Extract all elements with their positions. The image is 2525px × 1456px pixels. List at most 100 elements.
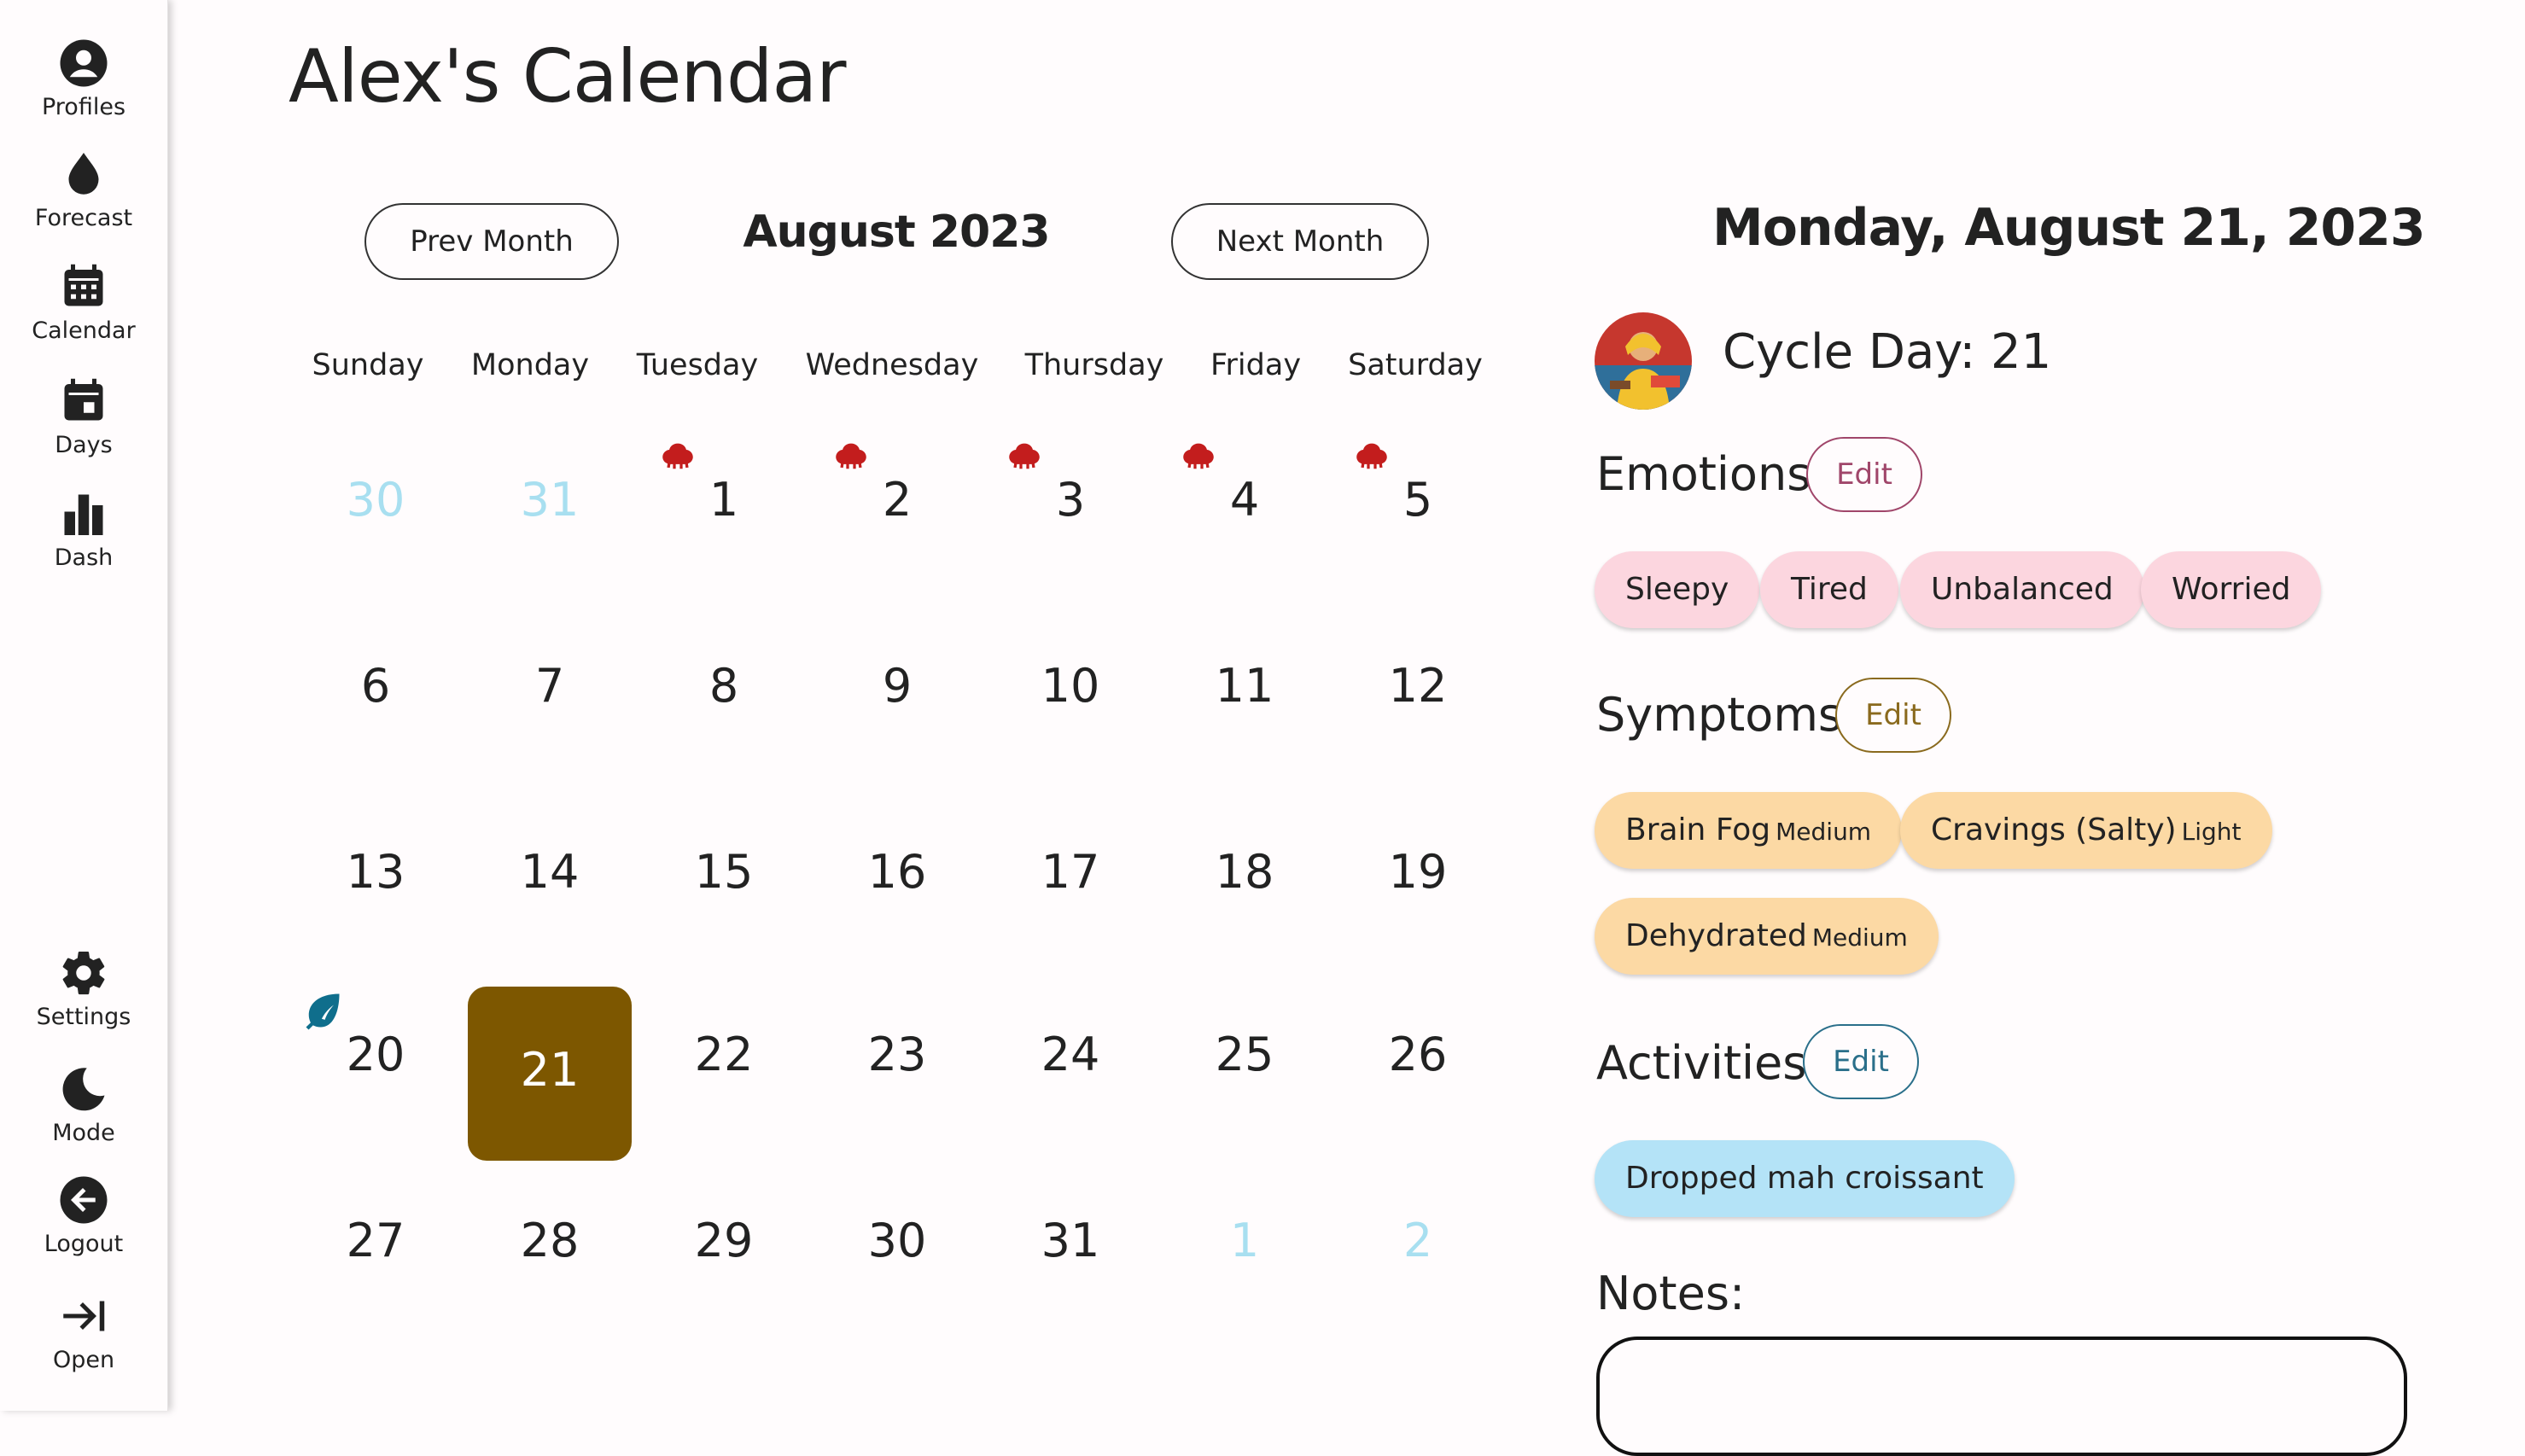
calendar-day[interactable]: 4: [1163, 430, 1327, 604]
weekday-header: Wednesday: [805, 348, 979, 382]
month-label: August 2023: [743, 207, 1050, 258]
bar-chart-icon: [64, 494, 103, 535]
emotion-chip[interactable]: Sleepy: [1595, 551, 1760, 628]
calendar-day[interactable]: 27: [294, 1171, 458, 1345]
calendar-day[interactable]: 16: [815, 802, 979, 976]
nav-open[interactable]: Open: [0, 1290, 167, 1373]
nav-forecast[interactable]: Forecast: [0, 149, 167, 231]
cycle-day: Cycle Day: 21: [1723, 324, 2052, 380]
calendar-day[interactable]: 24: [988, 985, 1152, 1159]
nav-profiles[interactable]: Profiles: [0, 38, 167, 120]
day-number: 23: [867, 1028, 927, 1081]
notes-field[interactable]: [1596, 1337, 2407, 1456]
calendar-day[interactable]: 28: [468, 1171, 632, 1345]
day-number: 25: [1215, 1028, 1274, 1081]
calendar-day[interactable]: 1: [1163, 1171, 1327, 1345]
calendar-day[interactable]: 13: [294, 802, 458, 976]
day-number: 24: [1041, 1028, 1100, 1081]
nav-mode-label: Mode: [52, 1120, 115, 1146]
calendar-day[interactable]: 22: [642, 985, 806, 1159]
calendar-day[interactable]: 30: [815, 1171, 979, 1345]
next-month-button[interactable]: Next Month: [1171, 203, 1429, 280]
day-number: 7: [534, 659, 565, 713]
activities-edit-button[interactable]: Edit: [1803, 1024, 1919, 1099]
page-title: Alex's Calendar: [289, 34, 847, 119]
symptom-name: Brain Fog: [1625, 812, 1771, 847]
weekday-header: Friday: [1210, 348, 1302, 382]
calendar-day[interactable]: 31: [988, 1171, 1152, 1345]
calendar-day[interactable]: 6: [294, 616, 458, 790]
calendar-day[interactable]: 12: [1336, 616, 1500, 790]
day-number: 19: [1388, 845, 1448, 899]
calendar-day[interactable]: 23: [815, 985, 979, 1159]
calendar-day[interactable]: 20: [294, 985, 458, 1159]
calendar-day[interactable]: 10: [988, 616, 1152, 790]
nav-dash-label: Dash: [54, 545, 114, 571]
day-number: 18: [1215, 845, 1274, 899]
emotions-edit-button[interactable]: Edit: [1806, 437, 1922, 512]
calendar-day[interactable]: 29: [642, 1171, 806, 1345]
weekday-header: Monday: [470, 348, 590, 382]
calendar-day[interactable]: 1: [642, 430, 806, 604]
calendar-day[interactable]: 26: [1336, 985, 1500, 1159]
nav-mode[interactable]: Mode: [0, 1063, 167, 1146]
symptom-severity: Medium: [1776, 818, 1872, 846]
day-number: 22: [694, 1028, 754, 1081]
calendar-day[interactable]: 25: [1163, 985, 1327, 1159]
expand-arrow-icon: [63, 1301, 105, 1331]
nav-logout[interactable]: Logout: [0, 1174, 167, 1257]
symptom-chip[interactable]: Brain Fog Medium: [1595, 792, 1903, 869]
emotion-chip[interactable]: Worried: [2141, 551, 2322, 628]
calendar-day[interactable]: 17: [988, 802, 1152, 976]
symptom-chip[interactable]: Dehydrated Medium: [1595, 898, 1939, 975]
symptom-severity: Medium: [1811, 923, 1908, 952]
calendar-day[interactable]: 8: [642, 616, 806, 790]
emotion-chip[interactable]: Unbalanced: [1900, 551, 2144, 628]
nav-calendar[interactable]: Calendar: [0, 261, 167, 344]
prev-month-button[interactable]: Prev Month: [364, 203, 619, 280]
weekday-header: Thursday: [1024, 348, 1164, 382]
calendar-day[interactable]: 11: [1163, 616, 1327, 790]
logout-arrow-icon: [60, 1176, 108, 1224]
day-number: 17: [1041, 845, 1100, 899]
day-number: 1: [1229, 1214, 1260, 1267]
symptoms-edit-button[interactable]: Edit: [1835, 678, 1951, 753]
calendar-day[interactable]: 14: [468, 802, 632, 976]
gear-icon: [62, 951, 105, 995]
nav-dash[interactable]: Dash: [0, 488, 167, 571]
day-number: 2: [882, 473, 913, 527]
day-number: 20: [346, 1028, 405, 1081]
calendar-day[interactable]: 7: [468, 616, 632, 790]
symptom-severity: Light: [2181, 818, 2242, 846]
day-number: 30: [867, 1214, 927, 1267]
calendar-day[interactable]: 18: [1163, 802, 1327, 976]
nav-forecast-label: Forecast: [34, 205, 133, 231]
calendar-day[interactable]: 3: [988, 430, 1152, 604]
calendar-day[interactable]: 31: [468, 430, 632, 604]
activity-chip[interactable]: Dropped mah croissant: [1595, 1140, 2015, 1217]
calendar-day-selected[interactable]: 21: [468, 987, 632, 1161]
calendar-day[interactable]: 9: [815, 616, 979, 790]
day-number: 13: [346, 845, 405, 899]
nav-settings[interactable]: Settings: [0, 947, 167, 1030]
calendar-day[interactable]: 5: [1336, 430, 1500, 604]
calendar-day-icon: [64, 378, 103, 421]
calendar-day[interactable]: 19: [1336, 802, 1500, 976]
avatar-image: [1595, 312, 1692, 410]
day-number: 16: [867, 845, 927, 899]
day-number: 30: [346, 473, 405, 527]
nav-calendar-label: Calendar: [32, 317, 136, 344]
calendar-day[interactable]: 2: [1336, 1171, 1500, 1345]
symptom-name: Cravings (Salty): [1931, 812, 2177, 847]
symptom-chip[interactable]: Cravings (Salty) Light: [1900, 792, 2272, 869]
calendar-grid-icon: [64, 264, 103, 306]
calendar-day[interactable]: 2: [815, 430, 979, 604]
emotions-title: Emotions: [1596, 447, 1811, 501]
calendar-day[interactable]: 15: [642, 802, 806, 976]
drop-icon: [68, 153, 99, 195]
calendar-day[interactable]: 30: [294, 430, 458, 604]
nav-days[interactable]: Days: [0, 376, 167, 458]
day-number: 6: [360, 659, 391, 713]
emotion-chip[interactable]: Tired: [1760, 551, 1898, 628]
selected-date-heading: Monday, August 21, 2023: [1712, 198, 2426, 258]
